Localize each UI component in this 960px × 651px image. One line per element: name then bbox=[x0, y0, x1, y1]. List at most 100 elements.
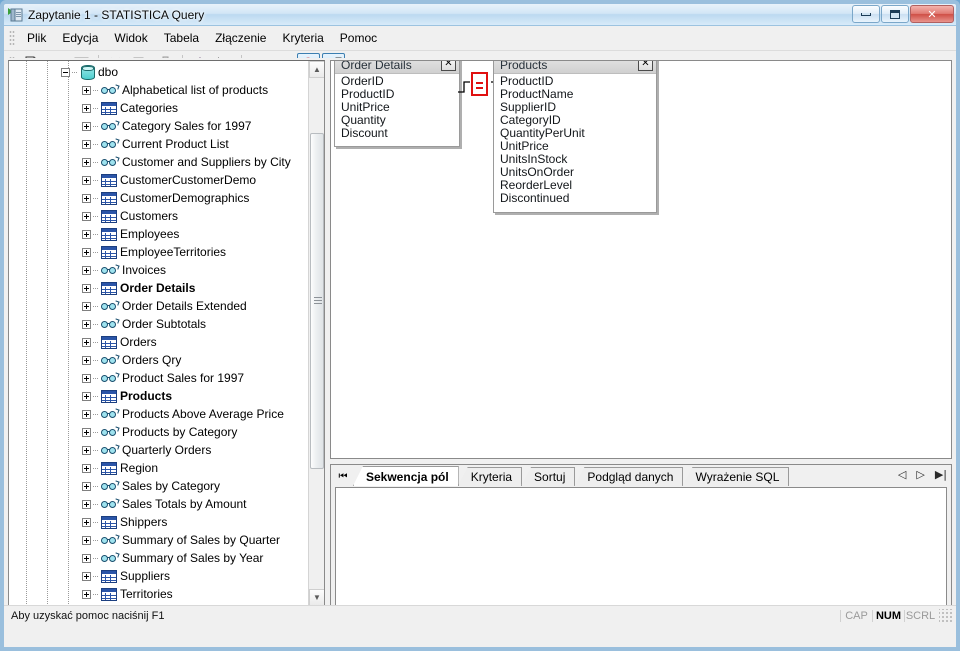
scroll-thumb[interactable] bbox=[310, 133, 324, 469]
tree-node-item[interactable]: Quarterly Orders bbox=[9, 441, 309, 459]
tree-node-item[interactable]: Products bbox=[9, 387, 309, 405]
expand-icon[interactable] bbox=[82, 211, 91, 221]
expand-icon[interactable] bbox=[82, 103, 91, 113]
tree-node-item[interactable]: Sales Totals by Amount bbox=[9, 495, 309, 513]
prev-tab-icon[interactable]: ◁ bbox=[898, 468, 906, 481]
close-icon[interactable]: ✕ bbox=[638, 61, 653, 71]
menu-edycja[interactable]: Edycja bbox=[54, 28, 106, 48]
tab-podglad-danych[interactable]: Podgląd danych bbox=[574, 467, 684, 486]
scroll-down-arrow[interactable]: ▼ bbox=[309, 589, 324, 606]
diagram-table-order-details[interactable]: Order Details ✕ OrderID ProductID UnitPr… bbox=[334, 61, 460, 147]
last-tab-icon[interactable]: ▶| bbox=[935, 468, 947, 481]
collapse-icon[interactable] bbox=[61, 67, 70, 77]
query-diagram-panel[interactable]: Order Details ✕ OrderID ProductID UnitPr… bbox=[330, 60, 952, 459]
tree-node-item[interactable]: Sales by Category bbox=[9, 477, 309, 495]
expand-icon[interactable] bbox=[82, 553, 91, 563]
expand-icon[interactable] bbox=[82, 535, 91, 545]
expand-icon[interactable] bbox=[82, 445, 91, 455]
expand-icon[interactable] bbox=[82, 481, 91, 491]
tree-connector bbox=[72, 71, 78, 73]
expand-icon[interactable] bbox=[82, 319, 91, 329]
field-item[interactable]: Discontinued bbox=[500, 192, 656, 205]
expand-icon[interactable] bbox=[82, 589, 91, 599]
expand-icon[interactable] bbox=[82, 337, 91, 347]
tree-node-item[interactable]: EmployeeTerritories bbox=[9, 243, 309, 261]
view-glasses-icon bbox=[101, 137, 120, 151]
expand-icon[interactable] bbox=[82, 427, 91, 437]
tree-node-item[interactable]: Summary of Sales by Year bbox=[9, 549, 309, 567]
menu-tabela[interactable]: Tabela bbox=[156, 28, 207, 48]
tree-node-item[interactable]: Products Above Average Price bbox=[9, 405, 309, 423]
tree-node-item[interactable]: Customer and Suppliers by City bbox=[9, 153, 309, 171]
close-icon[interactable]: ✕ bbox=[441, 61, 456, 71]
tree-node-item[interactable]: Customers bbox=[9, 207, 309, 225]
expand-icon[interactable] bbox=[82, 193, 91, 203]
expand-icon[interactable] bbox=[82, 157, 91, 167]
first-tab-button[interactable]: ⏮ bbox=[333, 467, 353, 486]
minimize-button[interactable] bbox=[852, 5, 880, 23]
resize-grip[interactable] bbox=[939, 609, 953, 623]
tree-node-item[interactable]: Region bbox=[9, 459, 309, 477]
tab-wyrazenie-sql[interactable]: Wyrażenie SQL bbox=[682, 467, 790, 486]
expand-icon[interactable] bbox=[82, 175, 91, 185]
menu-kryteria[interactable]: Kryteria bbox=[274, 28, 331, 48]
expand-icon[interactable] bbox=[82, 517, 91, 527]
expand-icon[interactable] bbox=[82, 283, 91, 293]
expand-icon[interactable] bbox=[82, 373, 91, 383]
tree-node-item[interactable]: CustomerCustomerDemo bbox=[9, 171, 309, 189]
expand-icon[interactable] bbox=[82, 571, 91, 581]
tree-node-item[interactable]: Product Sales for 1997 bbox=[9, 369, 309, 387]
diagram-table-products[interactable]: Products ✕ ProductID ProductName Supplie… bbox=[493, 61, 657, 213]
menu-grip-handle[interactable] bbox=[9, 30, 15, 46]
join-operator-box[interactable] bbox=[471, 72, 488, 96]
expand-icon[interactable] bbox=[82, 409, 91, 419]
tree-node-item[interactable]: Categories bbox=[9, 99, 309, 117]
expand-icon[interactable] bbox=[82, 247, 91, 257]
tree-node-item[interactable]: Order Details Extended bbox=[9, 297, 309, 315]
tree-node-item[interactable]: Orders Qry bbox=[9, 351, 309, 369]
tree-node-item[interactable]: Employees bbox=[9, 225, 309, 243]
tree-node-item[interactable]: Summary of Sales by Quarter bbox=[9, 531, 309, 549]
expand-icon[interactable] bbox=[82, 265, 91, 275]
tree-node-item[interactable]: Orders bbox=[9, 333, 309, 351]
expand-icon[interactable] bbox=[82, 121, 91, 131]
tree-node-dbo[interactable]: dbo bbox=[9, 63, 309, 81]
tree-node-item[interactable]: Shippers bbox=[9, 513, 309, 531]
maximize-button[interactable] bbox=[881, 5, 909, 23]
expand-icon[interactable] bbox=[82, 463, 91, 473]
diagram-table-header[interactable]: Order Details ✕ bbox=[335, 61, 459, 74]
tab-sekwencja-pol[interactable]: Sekwencja pól bbox=[353, 466, 459, 486]
database-tree[interactable]: dbo Alphabetical list of products Categor… bbox=[9, 61, 309, 623]
tree-node-item[interactable]: Products by Category bbox=[9, 423, 309, 441]
tab-sortuj[interactable]: Sortuj bbox=[521, 467, 576, 486]
tree-node-item[interactable]: Order Subtotals bbox=[9, 315, 309, 333]
scroll-up-arrow[interactable]: ▲ bbox=[309, 61, 324, 78]
menu-zlaczenie[interactable]: Złączenie bbox=[207, 28, 274, 48]
tree-node-item[interactable]: Territories bbox=[9, 585, 309, 603]
expand-icon[interactable] bbox=[82, 139, 91, 149]
menu-widok[interactable]: Widok bbox=[106, 28, 155, 48]
tree-node-item[interactable]: Alphabetical list of products bbox=[9, 81, 309, 99]
tree-node-item[interactable]: Category Sales for 1997 bbox=[9, 117, 309, 135]
field-sequence-grid[interactable] bbox=[335, 487, 947, 619]
expand-icon[interactable] bbox=[82, 391, 91, 401]
expand-icon[interactable] bbox=[82, 355, 91, 365]
tab-kryteria[interactable]: Kryteria bbox=[457, 467, 523, 486]
expand-icon[interactable] bbox=[82, 229, 91, 239]
next-tab-icon[interactable]: ▷ bbox=[916, 468, 924, 481]
diagram-table-header[interactable]: Products ✕ bbox=[494, 61, 656, 74]
expand-icon[interactable] bbox=[82, 85, 91, 95]
menu-plik[interactable]: Plik bbox=[19, 28, 54, 48]
tree-node-item[interactable]: CustomerDemographics bbox=[9, 189, 309, 207]
tree-vertical-scrollbar[interactable]: ▲ ▼ bbox=[308, 61, 324, 606]
field-item[interactable]: Discount bbox=[341, 127, 459, 140]
tree-node-item[interactable]: Suppliers bbox=[9, 567, 309, 585]
tree-node-item[interactable]: Invoices bbox=[9, 261, 309, 279]
menu-pomoc[interactable]: Pomoc bbox=[332, 28, 385, 48]
close-button[interactable]: ✕ bbox=[910, 5, 954, 23]
tree-node-item[interactable]: Order Details bbox=[9, 279, 309, 297]
tree-node-item[interactable]: Current Product List bbox=[9, 135, 309, 153]
expand-icon[interactable] bbox=[82, 301, 91, 311]
diagram-table-fields: ProductID ProductName SupplierID Categor… bbox=[494, 74, 656, 209]
expand-icon[interactable] bbox=[82, 499, 91, 509]
